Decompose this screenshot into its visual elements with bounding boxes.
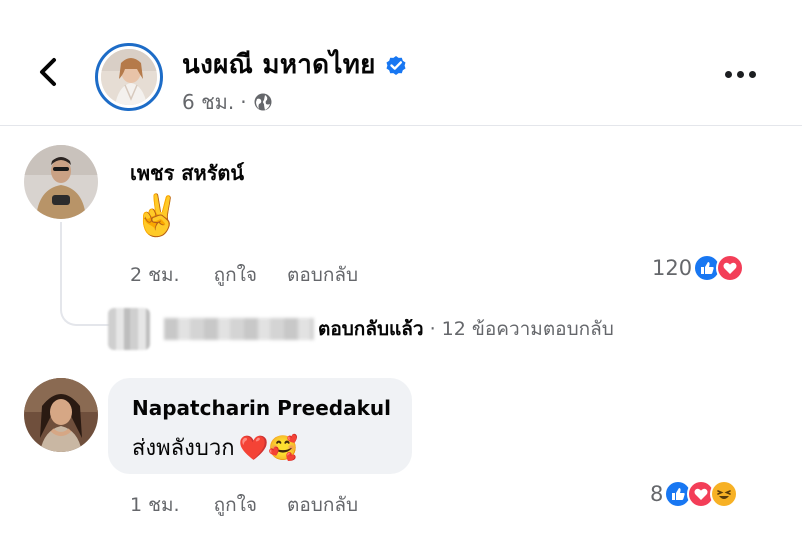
love-reaction-icon (716, 254, 745, 282)
back-button[interactable] (28, 50, 68, 94)
like-button[interactable]: ถูกใจ (214, 490, 257, 520)
post-time[interactable]: 6 ชม. (182, 86, 234, 118)
page-title[interactable]: นงผณี มหาดไทย (182, 44, 376, 85)
blurred-name (164, 318, 314, 340)
reaction-count: 8 (650, 482, 664, 506)
commenter-avatar[interactable] (24, 378, 98, 452)
comment-emojis: ❤️🥰 (238, 433, 299, 462)
globe-icon (254, 93, 272, 111)
post-header: นงผณี มหาดไทย 6 ชม. · (0, 0, 802, 126)
reaction-summary[interactable]: 8 (650, 480, 739, 508)
replied-label: ตอบกลับแล้ว (318, 318, 424, 340)
like-button[interactable]: ถูกใจ (214, 260, 257, 290)
verified-badge-icon (386, 55, 406, 75)
more-horizontal-icon (724, 70, 732, 78)
page-avatar-image (101, 49, 157, 105)
reaction-count: 120 (652, 256, 693, 280)
chevron-left-icon (40, 58, 56, 86)
reply-separator: · (429, 318, 436, 340)
reaction-summary[interactable]: 120 (652, 254, 745, 282)
reply-count: 12 ข้อความตอบกลับ (441, 318, 614, 340)
comment-time[interactable]: 2 ชม. (130, 260, 180, 290)
reply-button[interactable]: ตอบกลับ (287, 260, 358, 290)
page-avatar[interactable] (95, 43, 163, 111)
comment-time[interactable]: 1 ชม. (130, 490, 180, 520)
view-replies-link[interactable]: ตอบกลับแล้ว · 12 ข้อความตอบกลับ (108, 308, 614, 350)
blurred-avatar (108, 308, 150, 350)
more-options-button[interactable] (718, 62, 762, 86)
comment-author[interactable]: เพชร สหรัตน์ (130, 157, 244, 189)
comment-emoji: ✌️ (132, 193, 182, 239)
comment-text: ส่งพลังบวก (132, 436, 235, 461)
comment-bubble: Napatcharin Preedakul ส่งพลังบวก ❤️🥰 (108, 378, 412, 474)
comment-author[interactable]: Napatcharin Preedakul (132, 396, 391, 420)
reply-button[interactable]: ตอบกลับ (287, 490, 358, 520)
haha-reaction-icon (710, 480, 739, 508)
meta-separator: · (240, 90, 247, 114)
commenter-avatar[interactable] (24, 145, 98, 219)
